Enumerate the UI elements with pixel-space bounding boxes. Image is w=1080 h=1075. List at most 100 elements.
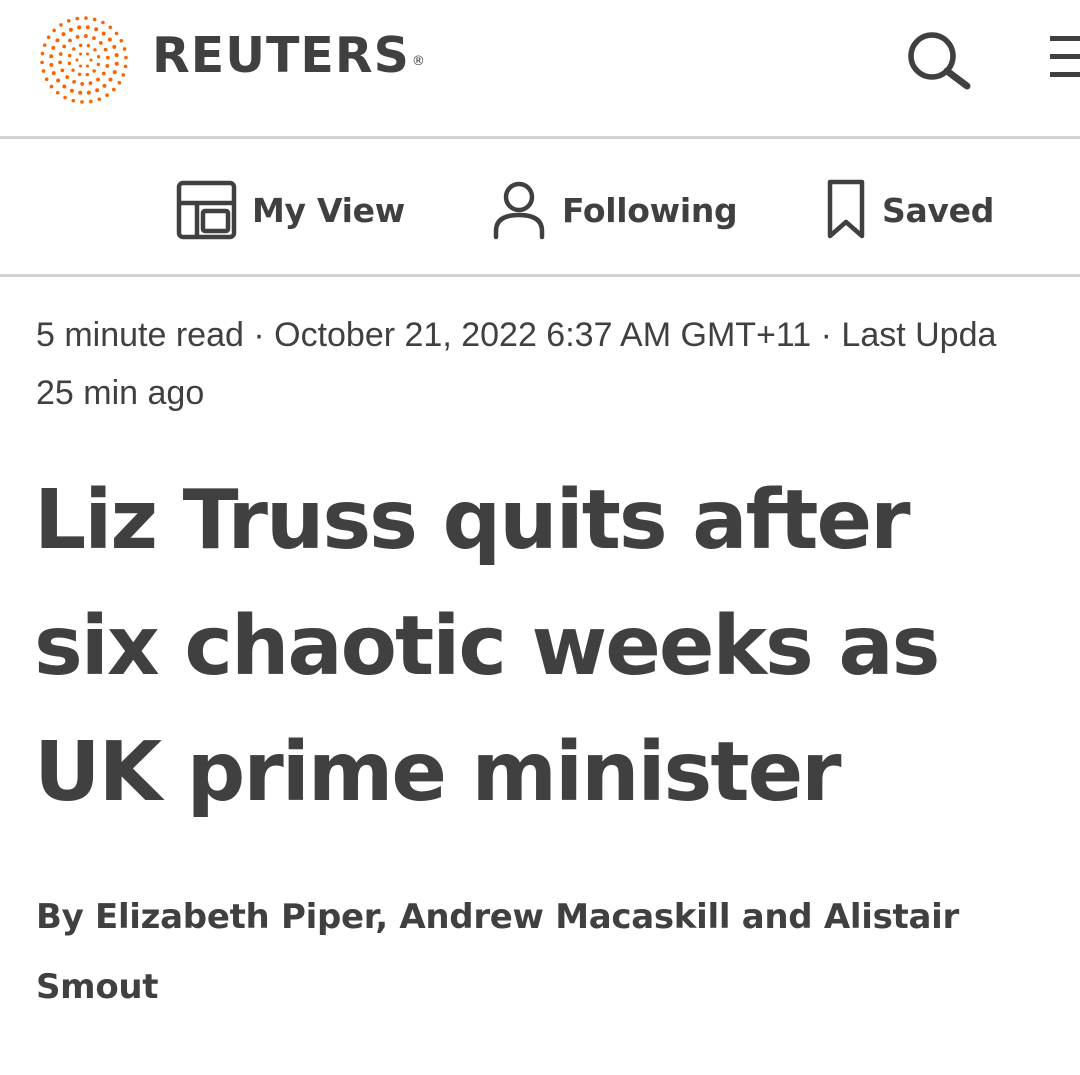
byline-line: Smout <box>36 967 159 1007</box>
logo-dot <box>40 60 44 65</box>
logo-dot <box>72 47 76 51</box>
logo-dot <box>55 90 60 95</box>
nav-label-following: Following <box>562 190 738 230</box>
nav-item-my-view[interactable]: My View <box>176 178 405 242</box>
logo-dot <box>55 38 60 43</box>
logo-dot <box>114 31 119 36</box>
nav-item-saved[interactable]: Saved <box>824 178 994 242</box>
logo-dot <box>86 64 89 68</box>
logo-dot <box>97 97 102 101</box>
logo-dot <box>88 99 93 104</box>
logo-dot <box>46 35 51 40</box>
meta-separator: · <box>811 316 842 354</box>
logo-dot <box>71 68 75 72</box>
logo-dot <box>67 61 72 66</box>
logo-dot <box>112 44 117 49</box>
logo-dot <box>49 62 54 67</box>
logo-dot <box>92 17 97 22</box>
logo-dot <box>88 81 93 86</box>
nav-item-following[interactable]: Following <box>490 178 738 242</box>
search-button[interactable] <box>904 28 976 92</box>
headline-line: UK prime minister <box>34 725 842 820</box>
reuters-logo[interactable] <box>36 12 132 108</box>
last-updated-time: 25 min ago <box>36 374 205 412</box>
logo-dot <box>78 43 83 48</box>
nav-label-saved: Saved <box>882 190 995 230</box>
logo-dot <box>92 69 96 73</box>
nav-label-my-view: My View <box>252 190 405 230</box>
logo-dot <box>86 43 91 48</box>
logo-dot <box>114 53 119 58</box>
user-nav: My View Following Saved <box>0 140 1080 275</box>
logo-dot <box>68 27 73 32</box>
logo-dot <box>52 28 56 33</box>
logo-dot <box>102 83 107 88</box>
logo-dot <box>83 34 88 38</box>
article-byline[interactable]: By Elizabeth Piper, Andrew Macaskill and… <box>36 882 1076 1022</box>
logo-dot <box>59 23 63 27</box>
logo-dot <box>112 87 116 92</box>
logo-dot <box>71 98 76 103</box>
logo-dot <box>85 72 90 77</box>
nav-divider <box>0 274 1080 277</box>
logo-dot <box>117 80 122 85</box>
last-updated-label: Last Upda <box>841 316 997 354</box>
logo-dot <box>114 61 119 66</box>
logo-dot <box>75 34 80 39</box>
logo-dot <box>80 100 84 104</box>
read-time: 5 minute read <box>36 316 244 354</box>
logo-dot <box>101 20 105 25</box>
logo-dot <box>123 64 128 69</box>
layout-grid-icon <box>176 180 237 240</box>
logo-dot <box>61 32 66 37</box>
logo-dot <box>42 43 47 47</box>
logo-dot <box>58 60 63 65</box>
logo-dot <box>66 19 71 23</box>
logo-dot <box>124 55 128 60</box>
article-headline: Liz Truss quits after six chaotic weeks … <box>34 458 1074 836</box>
brand-wordmark: REUTERS <box>152 27 410 84</box>
headline-line: six chaotic weeks as <box>34 599 940 694</box>
logo-dot <box>65 75 70 80</box>
logo-dot <box>108 25 113 30</box>
logo-dot <box>79 52 82 56</box>
brand-name[interactable]: REUTERS ® <box>152 28 426 84</box>
logo-dot <box>58 52 63 56</box>
article-meta: 5 minute read · October 21, 2022 6:37 AM… <box>36 306 1080 422</box>
logo-dot <box>89 58 93 62</box>
bookmark-icon <box>827 179 865 239</box>
logo-dot <box>105 93 109 97</box>
logo-dot <box>92 36 96 41</box>
registered-mark: ® <box>411 54 426 69</box>
logo-dot <box>80 82 85 86</box>
logo-dot <box>62 44 67 49</box>
logo-dot <box>69 88 74 93</box>
logo-dot <box>63 95 67 100</box>
logo-dot <box>108 77 113 82</box>
logo-dot <box>79 64 82 68</box>
logo-dot <box>44 77 49 82</box>
logo-dot <box>98 40 103 45</box>
logo-dot <box>101 71 106 76</box>
logo-dot <box>85 25 90 30</box>
meta-line-1: 5 minute read · October 21, 2022 6:37 AM… <box>36 306 1080 364</box>
logo-dot <box>72 79 76 84</box>
logo-dot <box>121 73 126 77</box>
site-header: REUTERS ® <box>0 0 1080 137</box>
logo-dot <box>41 69 46 73</box>
logo-dot <box>49 54 54 59</box>
logo-dot <box>56 78 61 83</box>
logo-dot <box>86 90 91 95</box>
logo-dot <box>68 38 72 43</box>
published-date: October 21, 2022 6:37 AM GMT+11 <box>274 316 812 354</box>
menu-button[interactable] <box>1042 30 1080 90</box>
byline-line: By Elizabeth Piper, Andrew Macaskill and… <box>36 897 959 937</box>
logo-dot <box>40 51 45 56</box>
search-icon <box>908 32 971 90</box>
logo-dot <box>112 70 117 75</box>
logo-dot <box>51 71 56 76</box>
logo-dot <box>94 27 99 32</box>
headline-line: Liz Truss quits after <box>34 473 911 568</box>
logo-dot <box>62 84 67 89</box>
logo-dot <box>119 38 124 43</box>
